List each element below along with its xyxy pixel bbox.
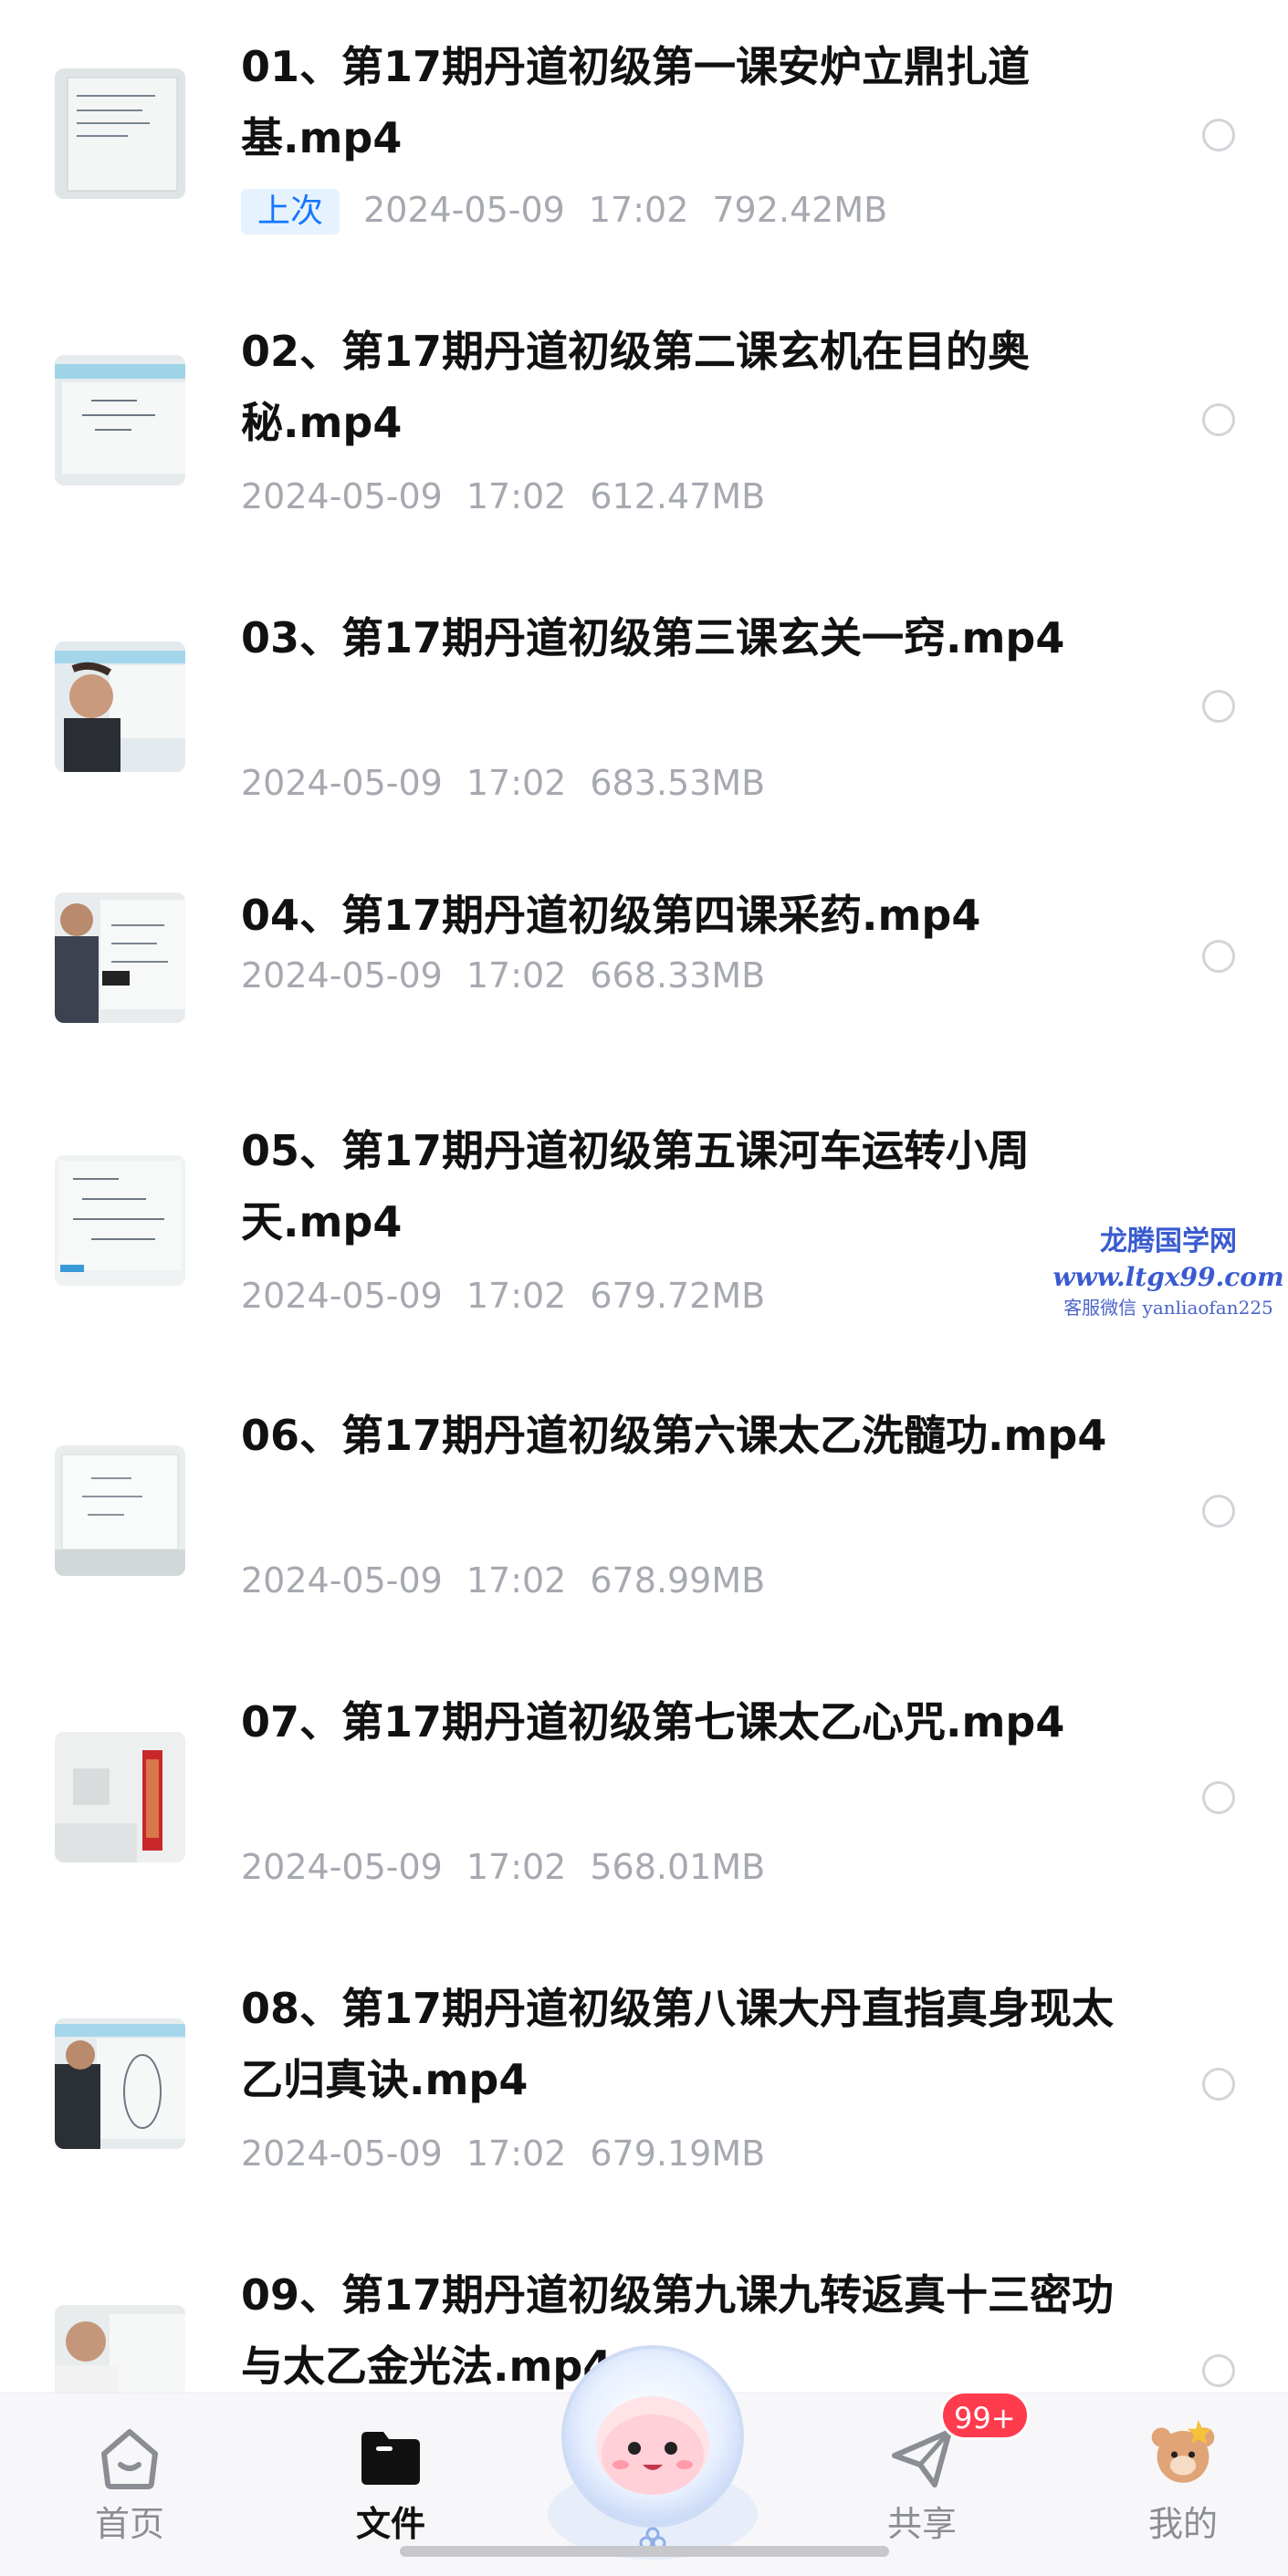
file-row[interactable]: 04、第17期丹道初级第四课采药.mp4 2024-05-09 17:02 668.… [0,856,1288,1075]
video-thumbnail [55,355,185,485]
site-watermark: 龙腾国学网 www.ltgx99.com 客服微信 yanliaofan225 [1041,1223,1288,1321]
watermark-url: www.ltgx99.com [1052,1262,1284,1292]
file-list: 01、第17期丹道初级第一课安炉立鼎扎道基.mp4 上次 2024-05-09 17… [0,0,1288,2393]
file-date: 2024-05-09 [241,2133,443,2174]
file-size: 568.01MB [590,1847,766,1887]
file-date: 2024-05-09 [363,190,565,230]
file-time: 17:02 [466,1560,567,1601]
file-size: 679.19MB [590,2133,766,2174]
file-meta: 2024-05-09 17:02 668.33MB [241,953,789,998]
video-thumbnail [55,641,185,772]
file-time: 17:02 [466,476,567,516]
tab-home[interactable]: 首页 [38,2393,221,2576]
paper-plane-icon [892,2429,952,2487]
share-notification-badge: 99+ [940,2391,1030,2440]
selection-radio-icon[interactable] [1202,119,1235,151]
file-date: 2024-05-09 [241,763,443,803]
file-title[interactable]: 05、第17期丹道初级第五课河车运转小周天.mp4 [241,1115,1149,1257]
file-meta: 2024-05-09 17:02 679.19MB [241,2131,789,2176]
file-row[interactable]: 03、第17期丹道初级第三课玄关一窍.mp4 2024-05-09 17:02 68… [0,569,1288,856]
file-meta: 上次 2024-05-09 17:02 792.42MB [241,187,911,235]
file-meta: 2024-05-09 17:02 678.99MB [241,1558,789,1603]
file-size: 792.42MB [712,190,888,230]
file-size: 683.53MB [590,763,766,803]
folder-icon [361,2432,420,2485]
tab-mine[interactable]: 我的 [1092,2393,1274,2576]
file-size: 668.33MB [590,955,766,996]
video-thumbnail [55,1445,185,1576]
file-date: 2024-05-09 [241,955,443,996]
file-date: 2024-05-09 [241,1847,443,1887]
file-size: 612.47MB [590,476,766,516]
file-row[interactable]: 02、第17期丹道初级第二课玄机在目的奥秘.mp4 2024-05-09 17:0… [0,283,1288,569]
file-title[interactable]: 08、第17期丹道初级第八课大丹直指真身现太乙归真诀.mp4 [241,1973,1149,2115]
selection-radio-icon[interactable] [1202,690,1235,723]
file-row[interactable]: 06、第17期丹道初级第六课太乙洗髓功.mp4 2024-05-09 17:02 6… [0,1360,1288,1646]
home-indicator[interactable] [400,2546,889,2557]
file-meta: 2024-05-09 17:02 568.01MB [241,1844,789,1890]
home-icon [101,2429,158,2489]
selection-radio-icon[interactable] [1202,2354,1235,2387]
video-thumbnail [55,1155,185,1286]
tab-files-label: 文件 [355,2504,425,2544]
profile-avatar-icon [1151,2420,1215,2483]
tab-mine-label: 我的 [1147,2504,1218,2544]
tab-home-label: 首页 [94,2504,164,2544]
file-date: 2024-05-09 [241,1276,443,1316]
tab-share-label: 共享 [886,2504,957,2544]
file-row[interactable]: 07、第17期丹道初级第七课太乙心咒.mp4 2024-05-09 17:02 56… [0,1646,1288,1933]
file-title[interactable]: 06、第17期丹道初级第六课太乙洗髓功.mp4 [241,1400,1149,1471]
file-time: 17:02 [466,955,567,996]
selection-radio-icon[interactable] [1202,1495,1235,1528]
file-size: 679.72MB [590,1276,766,1316]
file-size: 678.99MB [590,1560,766,1601]
video-thumbnail [55,892,185,1023]
file-row[interactable]: 01、第17期丹道初级第一课安炉立鼎扎道基.mp4 上次 2024-05-09 17… [0,0,1288,283]
selection-radio-icon[interactable] [1202,2068,1235,2101]
file-title[interactable]: 03、第17期丹道初级第三课玄关一窍.mp4 [241,602,1149,673]
watermark-title: 龙腾国学网 [1100,1225,1237,1257]
file-meta: 2024-05-09 17:02 612.47MB [241,474,789,519]
last-played-tag: 上次 [241,189,340,235]
file-title[interactable]: 07、第17期丹道初级第七课太乙心咒.mp4 [241,1686,1149,1757]
file-time: 17:02 [466,1276,567,1316]
file-title[interactable]: 01、第17期丹道初级第一课安炉立鼎扎道基.mp4 [241,31,1149,173]
file-meta: 2024-05-09 17:02 679.72MB [241,1273,789,1319]
file-time: 17:02 [466,763,567,803]
video-thumbnail [55,68,185,199]
file-date: 2024-05-09 [241,1560,443,1601]
video-thumbnail [55,1732,185,1862]
file-meta: 2024-05-09 17:02 683.53MB [241,760,789,806]
selection-radio-icon[interactable] [1202,403,1235,436]
watermark-contact: 客服微信 yanliaofan225 [1063,1297,1273,1319]
file-row[interactable]: 08、第17期丹道初级第八课大丹直指真身现太乙归真诀.mp4 2024-05-0… [0,1933,1288,2219]
selection-radio-icon[interactable] [1202,1781,1235,1814]
file-title[interactable]: 04、第17期丹道初级第四课采药.mp4 [241,880,1149,951]
file-date: 2024-05-09 [241,476,443,516]
assistant-mascot[interactable] [529,2331,776,2569]
file-time: 17:02 [588,190,689,230]
file-time: 17:02 [466,2133,567,2174]
file-time: 17:02 [466,1847,567,1887]
video-thumbnail [55,2018,185,2149]
video-thumbnail [55,2305,185,2393]
file-title[interactable]: 02、第17期丹道初级第二课玄机在目的奥秘.mp4 [241,316,1149,458]
selection-radio-icon[interactable] [1202,940,1235,973]
